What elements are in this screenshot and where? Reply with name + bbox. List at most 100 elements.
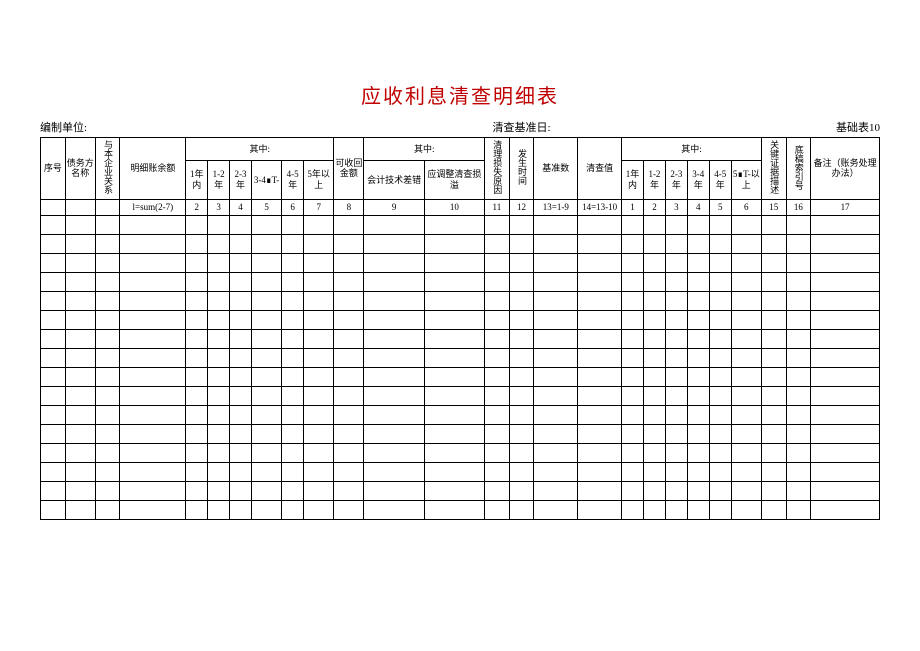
table-cell: [485, 348, 510, 367]
table-cell: [230, 253, 252, 272]
table-cell: [65, 500, 95, 519]
col-y34t-a: 3-4∎T-: [252, 161, 282, 200]
table-cell: [811, 215, 880, 234]
table-cell: [509, 215, 534, 234]
table-cell: [186, 310, 208, 329]
table-cell: [786, 481, 811, 500]
table-cell: [643, 462, 665, 481]
table-cell: [643, 386, 665, 405]
table-cell: [208, 329, 230, 348]
table-cell: [65, 386, 95, 405]
col-base-num: 基准数: [534, 138, 578, 200]
table-cell: [304, 462, 334, 481]
table-cell: [509, 500, 534, 519]
table-cell: [364, 272, 424, 291]
table-cell: [731, 386, 761, 405]
table-cell: [120, 462, 186, 481]
table-cell: [334, 424, 364, 443]
table-cell: [761, 234, 786, 253]
table-cell: [304, 386, 334, 405]
table-cell: [208, 367, 230, 386]
table-cell: [41, 462, 66, 481]
table-cell: [120, 405, 186, 424]
table-cell: [534, 424, 578, 443]
table-cell: [687, 310, 709, 329]
table-cell: [687, 424, 709, 443]
col-y45-b: 4-5年: [709, 161, 731, 200]
table-cell: [230, 291, 252, 310]
table-cell: [578, 386, 622, 405]
table-cell: [252, 310, 282, 329]
col-y1-b: 1年内: [622, 161, 644, 200]
table-cell: [622, 386, 644, 405]
table-cell: [424, 272, 484, 291]
table-cell: [186, 234, 208, 253]
table-cell: [665, 424, 687, 443]
table-cell: [252, 272, 282, 291]
table-cell: [786, 272, 811, 291]
table-cell: [811, 291, 880, 310]
num-11: 11: [485, 199, 510, 215]
table-cell: [334, 234, 364, 253]
table-cell: [485, 215, 510, 234]
table-row: [41, 310, 880, 329]
col-qizhong-1: 其中:: [186, 138, 334, 161]
num-10: 10: [424, 199, 484, 215]
table-cell: [761, 481, 786, 500]
table-cell: [622, 348, 644, 367]
table-cell: [424, 481, 484, 500]
table-cell: [509, 462, 534, 481]
number-row: l=sum(2-7) 2 3 4 5 6 7 8 9 10 11 12 13=1…: [41, 199, 880, 215]
table-cell: [282, 386, 304, 405]
table-cell: [731, 500, 761, 519]
table-cell: [643, 329, 665, 348]
table-cell: [282, 329, 304, 348]
table-cell: [304, 481, 334, 500]
table-cell: [761, 291, 786, 310]
table-cell: [709, 253, 731, 272]
table-cell: [65, 253, 95, 272]
col-debtor: 债务方名称: [65, 138, 95, 200]
table-cell: [282, 253, 304, 272]
table-cell: [252, 367, 282, 386]
table-cell: [120, 253, 186, 272]
table-cell: [334, 329, 364, 348]
table-cell: [622, 234, 644, 253]
table-cell: [687, 348, 709, 367]
table-cell: [95, 348, 120, 367]
table-cell: [578, 291, 622, 310]
col-qizhong-2: 其中:: [364, 138, 485, 161]
num-d5: 5: [709, 199, 731, 215]
table-cell: [643, 272, 665, 291]
table-cell: [509, 253, 534, 272]
table-cell: [731, 424, 761, 443]
table-cell: [424, 215, 484, 234]
table-cell: [485, 367, 510, 386]
table-cell: [761, 348, 786, 367]
table-cell: [485, 386, 510, 405]
table-cell: [208, 462, 230, 481]
table-cell: [230, 443, 252, 462]
table-cell: [186, 386, 208, 405]
num-3: 3: [208, 199, 230, 215]
table-cell: [230, 481, 252, 500]
table-cell: [208, 215, 230, 234]
num-9: 9: [364, 199, 424, 215]
table-cell: [304, 329, 334, 348]
table-cell: [485, 253, 510, 272]
table-cell: [41, 310, 66, 329]
table-cell: [120, 386, 186, 405]
table-cell: [709, 291, 731, 310]
table-cell: [687, 481, 709, 500]
meta-row: 编制单位: 清查基准日: 基础表10: [40, 119, 880, 135]
table-cell: [665, 348, 687, 367]
table-cell: [509, 443, 534, 462]
table-cell: [709, 424, 731, 443]
table-cell: [41, 291, 66, 310]
table-cell: [65, 272, 95, 291]
table-cell: [534, 481, 578, 500]
table-cell: [509, 329, 534, 348]
table-body: [41, 215, 880, 519]
table-cell: [282, 310, 304, 329]
table-cell: [811, 424, 880, 443]
